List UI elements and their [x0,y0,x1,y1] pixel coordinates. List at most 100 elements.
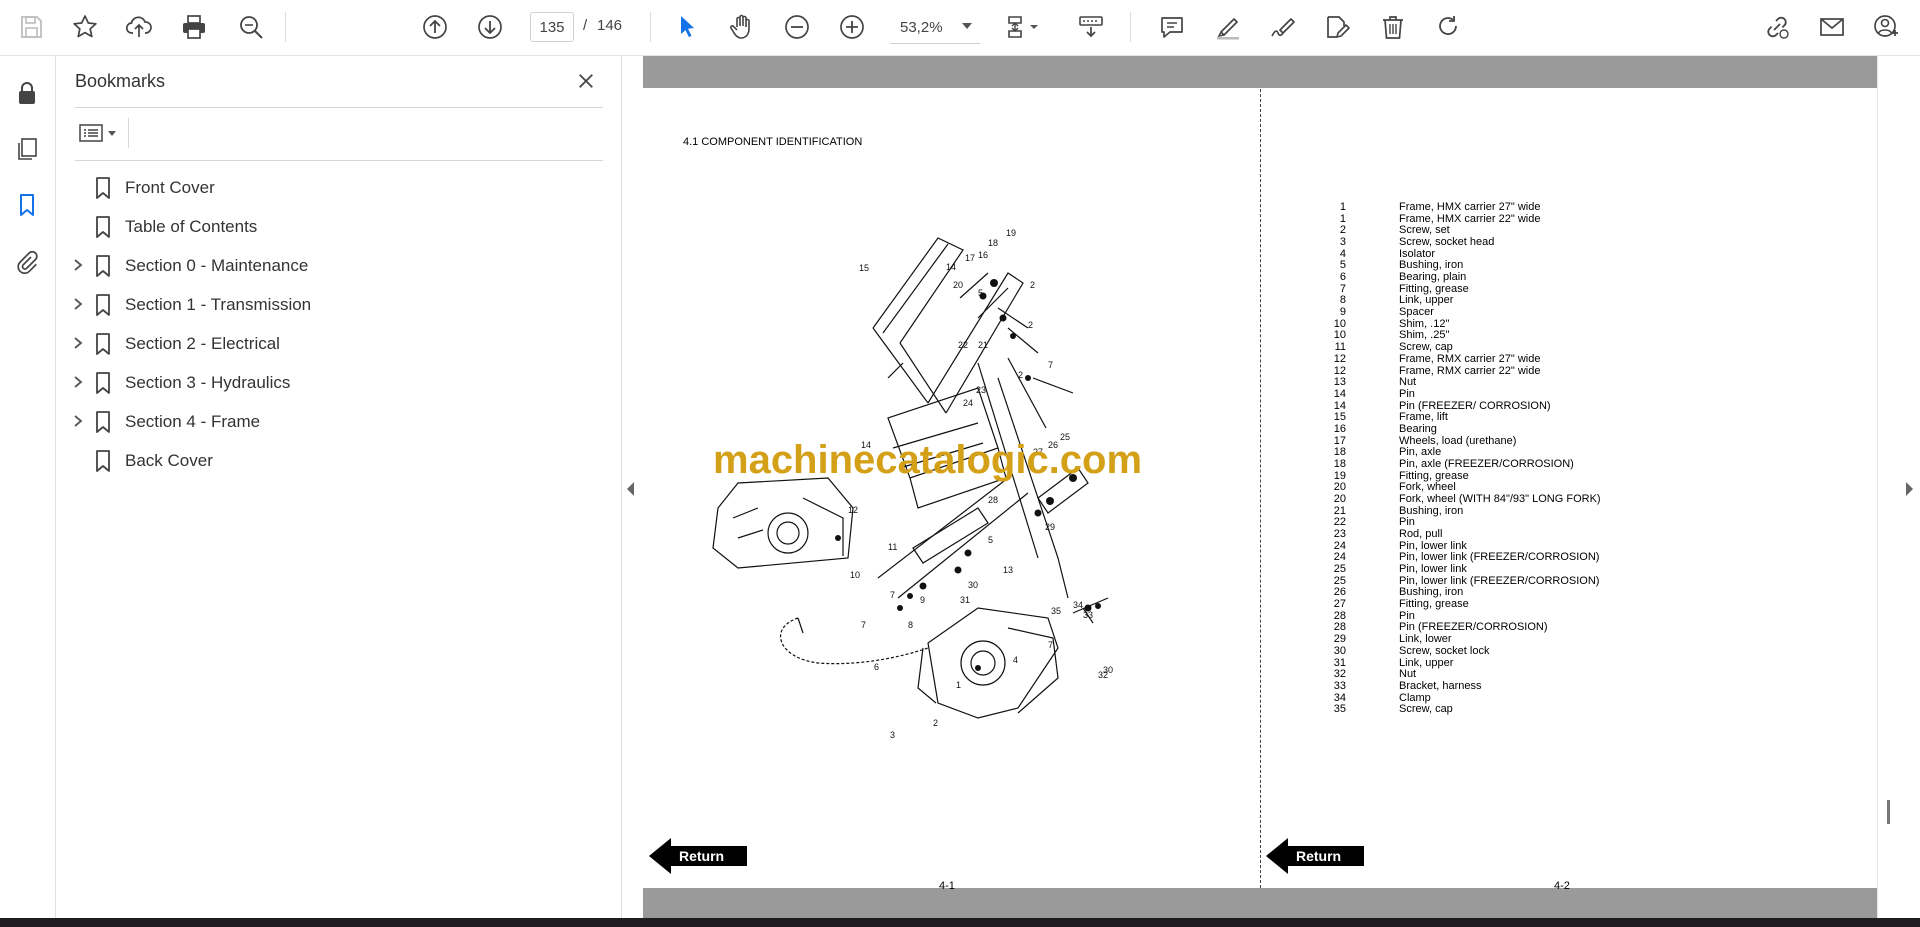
zoom-search-icon[interactable] [232,8,270,46]
svg-text:10: 10 [850,570,860,580]
svg-text:11: 11 [888,542,897,552]
svg-text:34: 34 [1073,600,1083,610]
account-icon[interactable] [1867,8,1905,46]
chevron-right-icon[interactable] [71,414,85,428]
page-number-input[interactable] [530,12,574,42]
part-number: 18 [1333,457,1346,470]
part-description: Fork, wheel [1399,481,1456,494]
bookmark-icon [94,411,112,433]
bookmark-item[interactable]: Section 0 - Maintenance [56,249,621,283]
next-page-icon[interactable] [471,8,509,46]
svg-text:28: 28 [988,495,998,505]
star-icon[interactable] [66,8,104,46]
zoom-out-icon[interactable] [778,8,816,46]
share-link-icon[interactable] [1758,8,1796,46]
return-button-left[interactable]: Return [649,838,747,874]
close-icon[interactable] [571,66,601,96]
svg-text:20: 20 [953,280,963,290]
bookmark-item[interactable]: Table of Contents [56,210,621,244]
part-number: 14 [1333,399,1346,412]
collapse-left-panel-arrow-icon[interactable] [627,482,634,496]
svg-text:1: 1 [956,680,961,690]
divider [75,160,603,161]
comment-icon[interactable] [1153,8,1191,46]
return-button-label: Return [1296,848,1342,864]
bookmark-item[interactable]: Section 1 - Transmission [56,288,621,322]
part-number: 15 [1333,411,1346,424]
part-number: 6 [1339,271,1346,284]
part-description: Screw, socket head [1399,236,1495,249]
toolbar-separator [285,12,286,42]
zoom-in-icon[interactable] [833,8,871,46]
divider [128,118,129,148]
part-description: Fitting, grease [1399,598,1469,611]
bookmarks-panel-title: Bookmarks [75,71,166,91]
bookmark-item[interactable]: Front Cover [56,171,621,205]
part-description: Fitting, grease [1399,469,1469,482]
draw-freehand-icon[interactable] [1264,8,1302,46]
part-number: 29 [1333,633,1346,646]
watermark-text: machinecatalogic.com [713,438,1143,482]
part-description: Bearing, plain [1399,271,1467,284]
svg-text:17: 17 [965,253,975,263]
chevron-right-icon[interactable] [71,258,85,272]
keyboard-scroll-icon[interactable] [1071,8,1111,46]
part-number: 16 [1333,422,1346,435]
part-number: 20 [1333,481,1346,494]
chevron-right-icon[interactable] [71,336,85,350]
svg-text:29: 29 [1045,522,1055,532]
part-number: 34 [1333,691,1346,704]
bookmark-options-button[interactable] [75,117,127,149]
part-description: Pin [1399,516,1415,529]
bookmark-icon [94,255,112,277]
part-description: Frame, HMX carrier 22" wide [1399,212,1541,225]
save-icon[interactable] [12,8,50,46]
chevron-right-icon[interactable] [71,375,85,389]
svg-text:30: 30 [968,580,978,590]
print-icon[interactable] [175,8,213,46]
bookmark-label: Section 2 - Electrical [125,334,280,353]
edit-pdf-icon[interactable] [1318,8,1356,46]
vertical-scrollbar[interactable] [1887,800,1890,824]
part-description: Pin, axle (FREEZER/CORROSION) [1399,457,1574,470]
part-description: Bearing [1399,422,1437,435]
previous-page-icon[interactable] [416,8,454,46]
part-number: 11 [1334,341,1346,354]
bookmark-item[interactable]: Section 2 - Electrical [56,327,621,361]
bookmark-item[interactable]: Section 4 - Frame [56,405,621,439]
page-number: 4-2 [1554,880,1570,892]
bookmark-item[interactable]: Back Cover [56,444,621,478]
part-description: Pin, lower link (FREEZER/CORROSION) [1399,551,1600,564]
svg-text:7: 7 [890,590,895,600]
part-description: Pin, axle [1399,446,1442,459]
zoom-level-value: 53,2% [900,19,943,36]
bookmarks-panel-icon[interactable] [9,187,45,223]
part-description: Nut [1399,668,1417,681]
hand-tool-icon[interactable] [723,8,761,46]
attachments-paperclip-icon[interactable] [9,243,45,279]
part-description: Pin, lower link [1399,539,1467,552]
part-description: Screw, cap [1399,341,1453,354]
zoom-level-select[interactable]: 53,2% [890,12,980,44]
return-button-right[interactable]: Return [1266,838,1364,874]
upload-cloud-icon[interactable] [120,8,158,46]
page-thumbnails-icon[interactable] [9,131,45,167]
highlight-pen-icon[interactable] [1209,8,1247,46]
part-number: 18 [1333,446,1346,459]
bookmark-label: Section 1 - Transmission [125,295,312,314]
delete-trash-icon[interactable] [1374,8,1412,46]
select-cursor-icon[interactable] [668,8,706,46]
chevron-right-icon[interactable] [71,297,85,311]
part-description: Bushing, iron [1399,586,1464,599]
bookmark-item[interactable]: Section 3 - Hydraulics [56,366,621,400]
email-icon[interactable] [1813,8,1851,46]
part-number: 8 [1339,294,1346,307]
rotate-redo-icon[interactable] [1429,8,1467,46]
svg-text:31: 31 [960,595,970,605]
svg-text:7: 7 [861,620,866,630]
security-lock-icon[interactable] [9,75,45,111]
part-description: Bushing, iron [1399,504,1464,517]
page-fit-icon[interactable] [1000,8,1050,46]
expand-right-panel-arrow-icon[interactable] [1906,482,1913,496]
part-description: Screw, cap [1399,703,1453,716]
